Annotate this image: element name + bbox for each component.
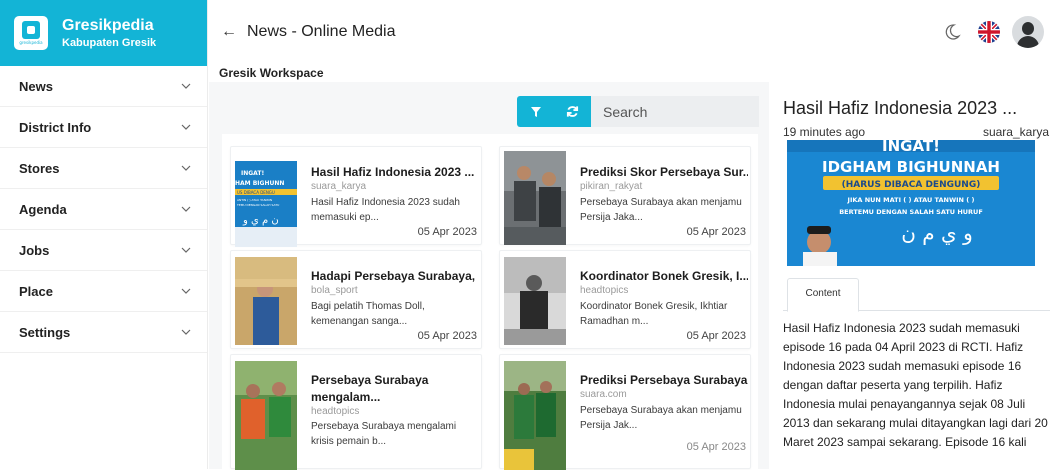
news-card-desc: Bagi pelatih Thomas Doll, kemenangan san…: [311, 301, 425, 327]
news-card-desc: Persebaya Surabaya akan menjamu Persija …: [580, 197, 742, 223]
svg-text:US DIBACA DENGU: US DIBACA DENGU: [237, 190, 275, 195]
news-card[interactable]: INGAT! HAM BIGHUNN US DIBACA DENGU ANTIN…: [230, 146, 482, 247]
sidebar-item-settings[interactable]: Settings: [0, 312, 207, 353]
news-card[interactable]: Prediksi Skor Persebaya Sur... pikiran_r…: [499, 146, 751, 245]
news-card-date: 05 Apr 2023: [686, 226, 746, 238]
news-card-source: suara.com: [580, 389, 627, 400]
news-card-source: bola_sport: [311, 285, 358, 296]
brand-header[interactable]: gresikpedia Gresikpedia Kabupaten Gresik: [0, 0, 207, 66]
news-card-date: 05 Apr 2023: [417, 330, 477, 342]
moon-icon[interactable]: [942, 22, 962, 42]
news-card-desc: Hasil Hafiz Indonesia 2023 sudah memasuk…: [311, 197, 460, 223]
news-thumbnail: [235, 257, 297, 345]
sidebar-item-stores[interactable]: Stores: [0, 148, 207, 189]
news-card[interactable]: Prediksi Persebaya Surabaya... suara.com…: [499, 354, 751, 470]
svg-text:ﻭ ﻱ ﻡ ﻥ: ﻭ ﻱ ﻡ ﻥ: [901, 221, 972, 246]
chevron-down-icon: [181, 83, 191, 89]
news-card-date: 05 Apr 2023: [417, 226, 477, 238]
sidebar-item-place[interactable]: Place: [0, 271, 207, 312]
detail-tabs: Content: [783, 277, 1050, 312]
detail-title: Hasil Hafiz Indonesia 2023 ...: [783, 98, 1018, 118]
brand-subtitle: Kabupaten Gresik: [62, 36, 157, 49]
news-card-desc: Koordinator Bonek Gresik, Ikhtiar Ramadh…: [580, 301, 728, 327]
chevron-down-icon: [181, 247, 191, 253]
chevron-down-icon: [181, 165, 191, 171]
sidebar-item-label: Place: [19, 283, 53, 299]
news-card[interactable]: Persebaya Surabaya mengalam... headtopic…: [230, 354, 482, 470]
chevron-down-icon: [181, 124, 191, 130]
detail-time: 19 minutes ago: [783, 125, 866, 139]
search-input[interactable]: [591, 96, 759, 127]
avatar[interactable]: [1012, 16, 1044, 48]
news-card-desc: Persebaya Surabaya mengalami krisis pema…: [311, 421, 457, 447]
svg-text:INGAT!: INGAT!: [882, 140, 940, 155]
svg-text:(HARUS DIBACA DENGUNG): (HARUS DIBACA DENGUNG): [842, 180, 981, 190]
news-card-title: Hasil Hafiz Indonesia 2023 ...: [311, 165, 475, 179]
sidebar: gresikpedia Gresikpedia Kabupaten Gresik…: [0, 0, 208, 469]
sidebar-item-news[interactable]: News: [0, 66, 207, 107]
news-thumbnail: [504, 257, 566, 345]
svg-text:INGAT!: INGAT!: [241, 170, 264, 177]
detail-source: suara_karya: [982, 125, 1049, 139]
svg-text:ANTIN ( ) ATAU TANWIN: ANTIN ( ) ATAU TANWIN: [237, 198, 272, 202]
news-card[interactable]: Hadapi Persebaya Surabaya, ... bola_spor…: [230, 250, 482, 349]
news-card-source: suara_karya: [311, 181, 367, 192]
news-card-source: pikiran_rakyat: [580, 181, 643, 192]
news-card-desc: Persebaya Surabaya akan menjamu Persija …: [580, 405, 742, 431]
svg-text:HAM BIGHUNN: HAM BIGHUNN: [235, 180, 284, 187]
arrow-left-icon[interactable]: ←: [221, 23, 237, 41]
sidebar-item-label: News: [19, 78, 53, 94]
filter-icon: [530, 106, 541, 117]
sidebar-item-district-info[interactable]: District Info: [0, 107, 207, 148]
sidebar-item-agenda[interactable]: Agenda: [0, 189, 207, 230]
news-card-date: 05 Apr 2023: [686, 330, 746, 342]
news-toolbar: [517, 96, 759, 127]
brand-title: Gresikpedia: [62, 16, 154, 34]
sidebar-item-label: District Info: [19, 119, 92, 135]
sidebar-item-label: Settings: [19, 324, 71, 340]
chevron-down-icon: [181, 206, 191, 212]
svg-text:JIKA NUN MATI ( ) ATAU TANWIN: JIKA NUN MATI ( ) ATAU TANWIN ( ): [847, 196, 975, 204]
svg-text:TEMU DENGAN SALAH SATU: TEMU DENGAN SALAH SATU: [236, 203, 279, 207]
uk-flag-icon[interactable]: [978, 21, 1000, 43]
sidebar-item-label: Agenda: [19, 201, 67, 217]
news-card-title: Hadapi Persebaya Surabaya, ...: [311, 269, 479, 283]
news-thumbnail: INGAT! HAM BIGHUNN US DIBACA DENGU ANTIN…: [235, 161, 297, 247]
news-thumbnail: [504, 151, 566, 245]
refresh-button[interactable]: [554, 96, 591, 127]
sidebar-item-label: Stores: [19, 160, 60, 176]
filter-button[interactable]: [517, 96, 554, 127]
refresh-icon: [566, 106, 579, 117]
news-card[interactable]: Koordinator Bonek Gresik, I... headtopic…: [499, 250, 751, 349]
news-card-title: Koordinator Bonek Gresik, I...: [580, 269, 748, 283]
sidebar-item-label: Jobs: [19, 242, 50, 258]
svg-text:BERTEMU DENGAN SALAH SATU HURU: BERTEMU DENGAN SALAH SATU HURUF: [839, 208, 983, 216]
sidebar-item-jobs[interactable]: Jobs: [0, 230, 207, 271]
page-title: News - Online Media: [247, 23, 396, 40]
detail-image: INGAT! IDGHAM BIGHUNNAH (HARUS DIBACA DE…: [787, 140, 1035, 266]
news-card-date: 05 Apr 2023: [686, 441, 746, 453]
detail-body: Hasil Hafiz Indonesia 2023 sudah memasuk…: [783, 321, 1048, 449]
chevron-down-icon: [181, 288, 191, 294]
svg-text:ن م ي و: ن م ي و: [242, 215, 279, 226]
top-header: ← News - Online Media: [209, 0, 1054, 64]
news-thumbnail: [235, 361, 297, 470]
news-card-source: headtopics: [311, 406, 360, 417]
news-card-title: Prediksi Persebaya Surabaya...: [580, 373, 748, 387]
news-detail-panel: Hasil Hafiz Indonesia 2023 ... 19 minute…: [770, 82, 1054, 469]
news-card-source: headtopics: [580, 285, 629, 296]
brand-logo: gresikpedia: [14, 16, 48, 50]
workspace-label: Gresik Workspace: [219, 66, 324, 80]
news-thumbnail: [504, 361, 566, 470]
svg-text:IDGHAM BIGHUNNAH: IDGHAM BIGHUNNAH: [822, 158, 1000, 176]
news-card-title: Prediksi Skor Persebaya Sur...: [580, 165, 748, 179]
tab-content[interactable]: Content: [787, 278, 859, 312]
news-card-title: Persebaya Surabaya mengalam...: [311, 373, 429, 404]
chevron-down-icon: [181, 329, 191, 335]
